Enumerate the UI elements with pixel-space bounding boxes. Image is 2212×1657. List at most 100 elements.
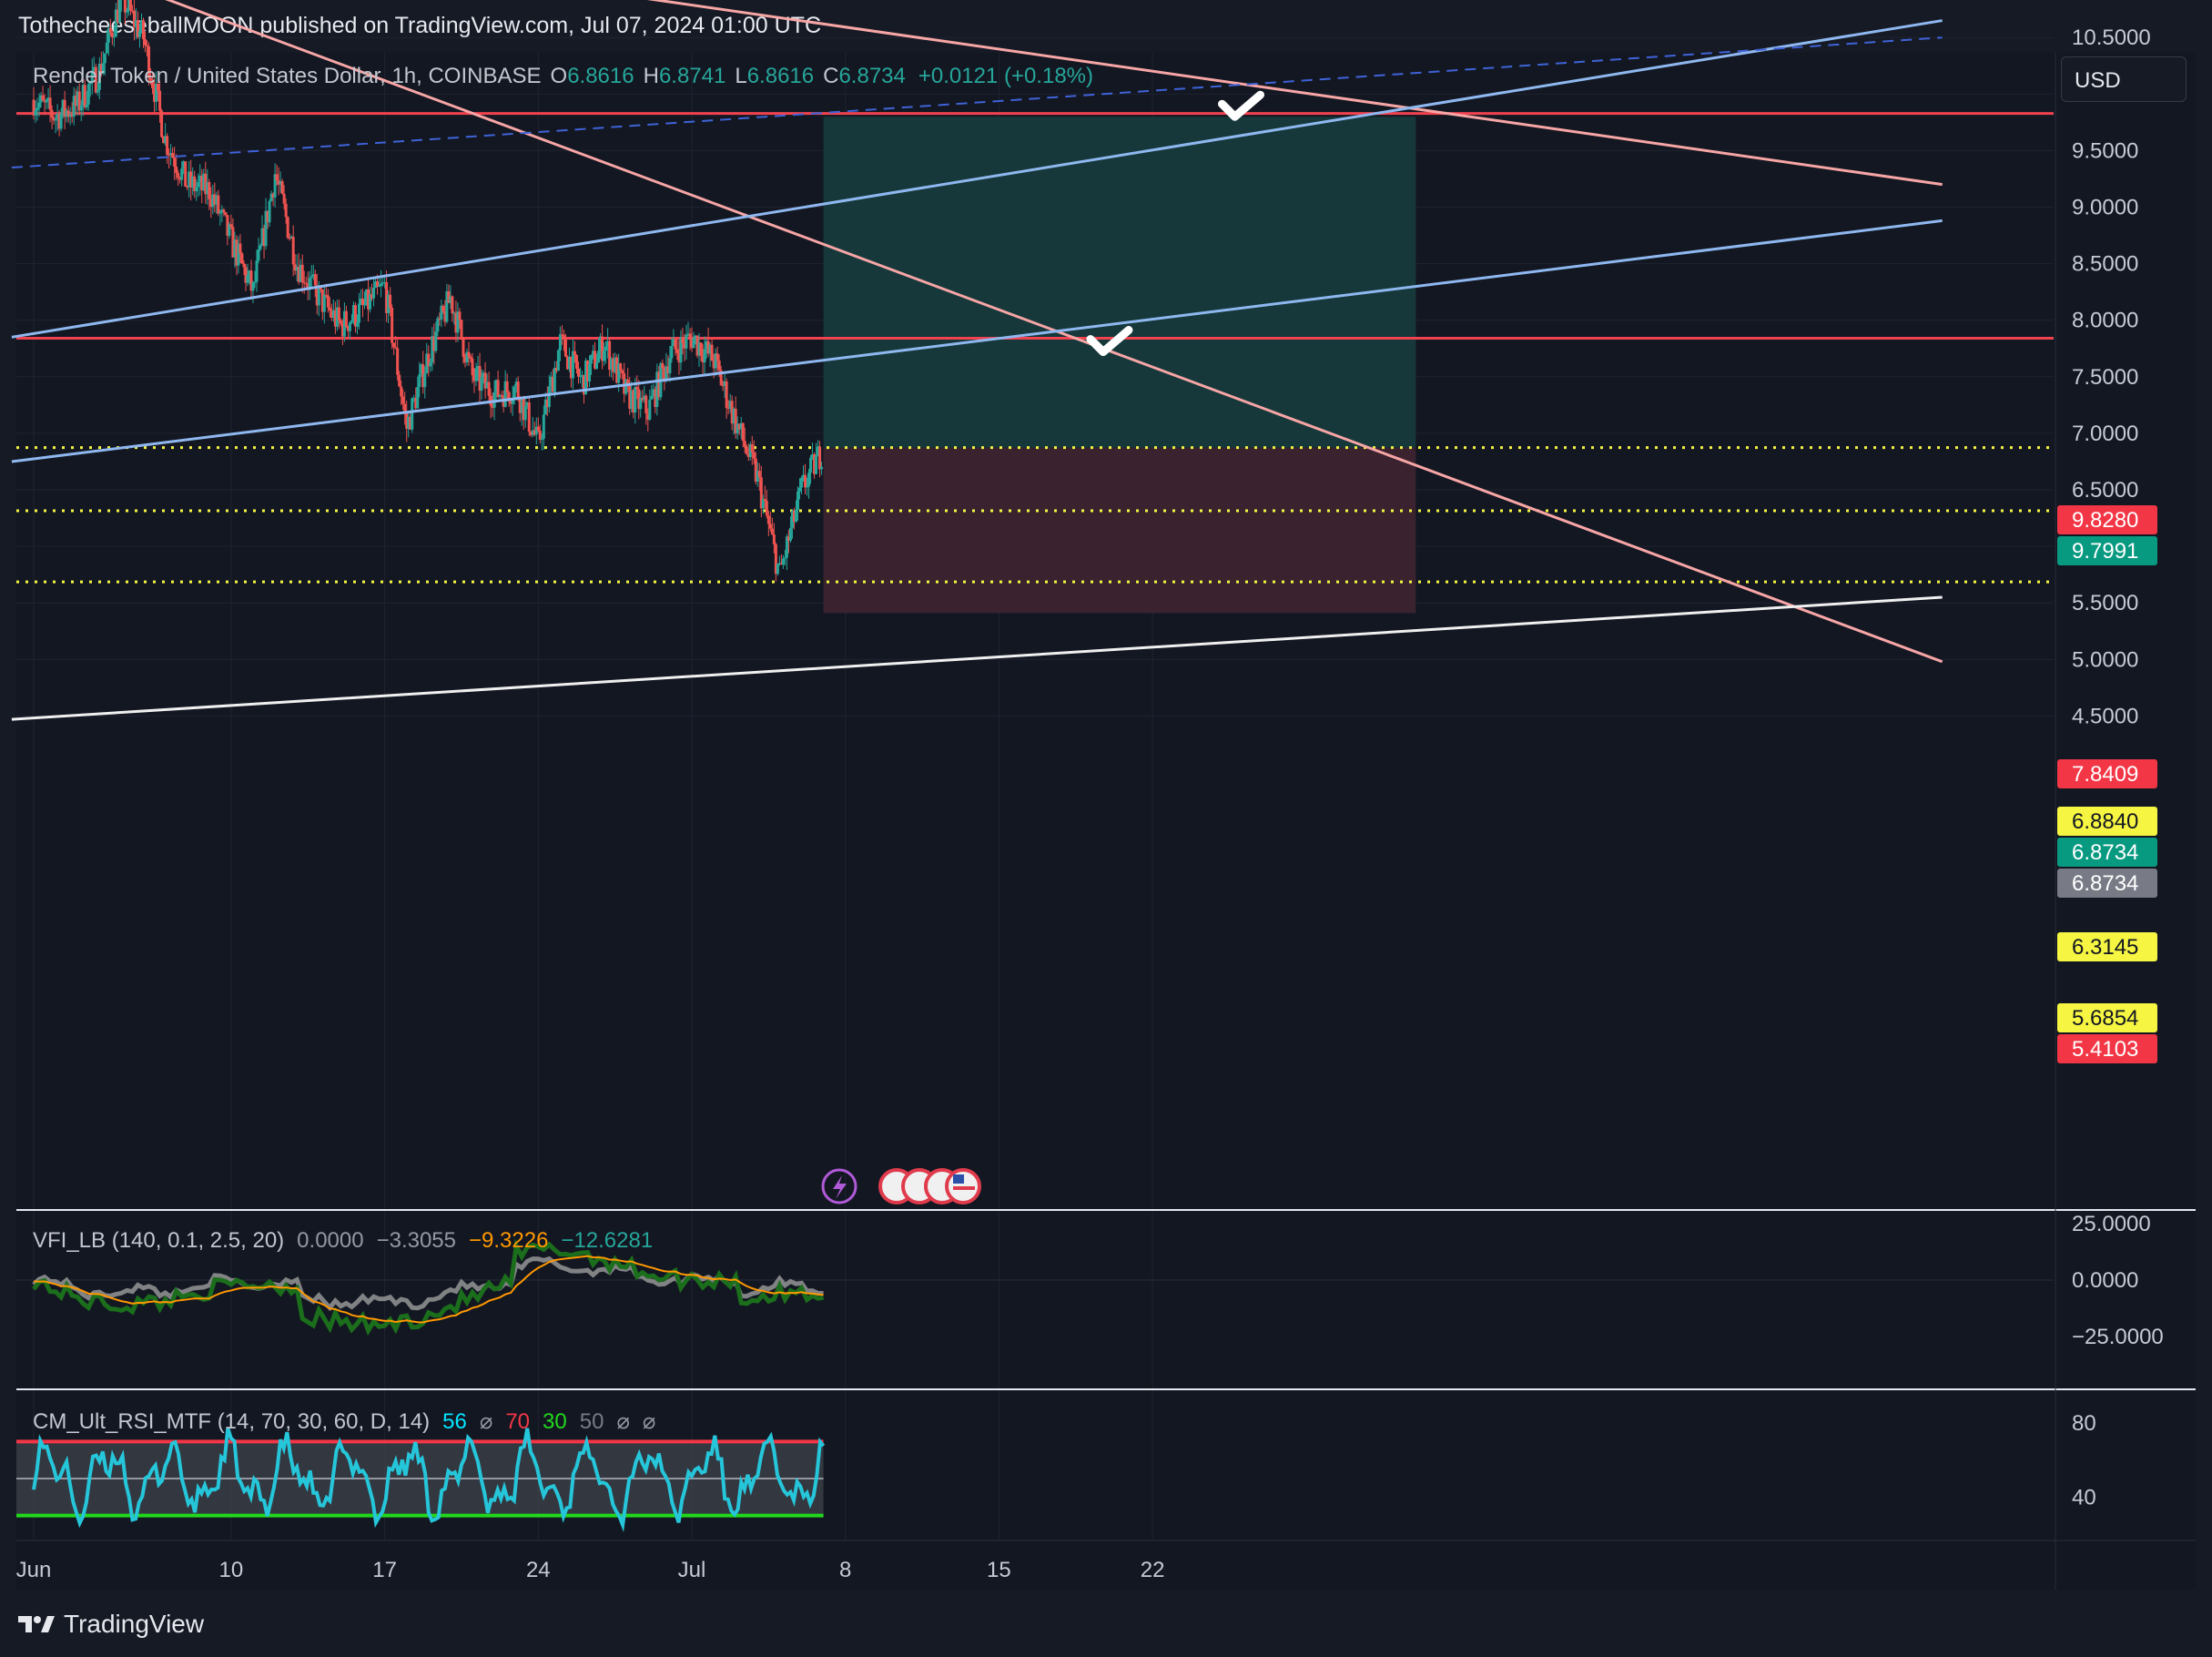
price-tag-label: 7.8409 <box>2072 762 2138 787</box>
candle-body <box>818 446 822 470</box>
rsi-legend[interactable]: CM_Ult_RSI_MTF (14, 70, 30, 60, D, 14) 56… <box>33 1408 655 1435</box>
candle-body <box>496 380 500 398</box>
candle-body <box>770 528 774 535</box>
candle-body <box>222 209 226 213</box>
symbol-name[interactable]: Render Token / United States Dollar, 1h,… <box>33 64 542 88</box>
candle-body <box>180 168 184 180</box>
candle-body <box>670 346 674 359</box>
candle-body <box>474 368 478 381</box>
price-tag-label: 6.3145 <box>2072 935 2138 960</box>
candle-body <box>195 187 198 192</box>
candle-body <box>59 113 63 129</box>
candle-body <box>794 509 797 523</box>
price-tag-label: 6.8734 <box>2072 840 2138 865</box>
candle-body <box>699 342 703 356</box>
candle-body <box>166 136 169 155</box>
flag-stripes <box>953 1186 975 1190</box>
rsi-value-2: ⌀ <box>479 1409 493 1434</box>
price-tick-label: 8.5000 <box>2072 252 2138 277</box>
candle-body <box>765 501 768 516</box>
price-tick-label: 9.5000 <box>2072 138 2138 163</box>
candle-body <box>173 158 177 168</box>
candle-body <box>725 381 728 408</box>
candle-body <box>603 351 606 361</box>
candle-body <box>807 473 811 487</box>
candle-body <box>177 172 180 178</box>
candle-body <box>217 195 220 214</box>
candle-body <box>317 287 320 306</box>
candle-body <box>350 320 353 323</box>
time-tick-label: 10 <box>219 1558 244 1582</box>
candle-body <box>238 243 242 254</box>
low-label: L <box>735 64 747 88</box>
flag-canton <box>953 1174 964 1184</box>
candle-body <box>527 402 531 432</box>
brand[interactable]: TradingView <box>18 1610 204 1639</box>
candle-body <box>123 0 127 13</box>
price-tick-label: 6.5000 <box>2072 478 2138 503</box>
close-label: C <box>823 64 839 88</box>
candle-body <box>45 99 48 103</box>
candle-body <box>797 487 801 492</box>
candle-body <box>208 182 211 200</box>
candle-body <box>418 374 421 387</box>
candle-body <box>309 276 313 279</box>
candle-body <box>112 36 116 38</box>
candle-body <box>547 386 551 408</box>
candle-body <box>197 182 200 188</box>
candle-body <box>750 444 754 452</box>
candle-body <box>523 405 527 421</box>
price-tag-label: 6.8734 <box>2072 871 2138 896</box>
rsi-name[interactable]: CM_Ult_RSI_MTF (14, 70, 30, 60, D, 14) <box>33 1409 430 1434</box>
candle-body <box>398 374 401 387</box>
candle-body <box>685 334 688 349</box>
profit-zone <box>823 117 1416 448</box>
time-axis[interactable] <box>16 1540 2055 1590</box>
candle-body <box>467 351 471 357</box>
candle-body <box>776 564 779 574</box>
candle-body <box>160 110 164 137</box>
candle-body <box>259 245 262 249</box>
candle-body <box>505 381 509 392</box>
candle-body <box>661 362 665 369</box>
candle-body <box>809 457 813 473</box>
candle-body <box>634 387 637 413</box>
candle-body <box>251 282 255 291</box>
candle-body <box>512 386 516 400</box>
candle-body <box>806 486 809 488</box>
position-zones <box>823 117 1416 614</box>
candle-body <box>681 337 685 343</box>
candle-body <box>717 361 721 371</box>
candle-body <box>282 193 286 204</box>
currency-button[interactable]: USD <box>2061 56 2187 102</box>
candle-body <box>741 422 745 442</box>
rsi-value-4: 30 <box>543 1409 567 1434</box>
candle-body <box>487 381 491 396</box>
candle-body <box>715 353 719 361</box>
candle-body <box>328 307 331 311</box>
candle-body <box>257 249 260 261</box>
candle-body <box>171 153 175 158</box>
candle-body <box>590 354 594 364</box>
us-flag-icons[interactable] <box>878 1168 981 1205</box>
vfi-name[interactable]: VFI_LB (140, 0.1, 2.5, 20) <box>33 1228 284 1253</box>
time-tick-label: 8 <box>839 1558 851 1582</box>
open-label: O <box>550 64 568 88</box>
main-legend[interactable]: Render Token / United States Dollar, 1h,… <box>33 64 1093 89</box>
candle-body <box>36 107 39 111</box>
vfi-legend[interactable]: VFI_LB (140, 0.1, 2.5, 20) 0.0000 −3.3055−… <box>33 1228 653 1254</box>
candle-body <box>783 557 786 559</box>
candle-body <box>37 102 41 108</box>
price-tick-label: 5.0000 <box>2072 647 2138 672</box>
rsi-tick-label: 40 <box>2072 1485 2096 1510</box>
candle-body <box>363 304 367 306</box>
change-value: +0.0121 (+0.18%) <box>918 64 1093 88</box>
candle-body <box>516 381 520 400</box>
candle-body <box>380 283 383 286</box>
time-tick-label: 22 <box>1141 1558 1165 1582</box>
candle-body <box>635 387 639 390</box>
candle-body <box>268 200 271 223</box>
rsi-value-3: 70 <box>505 1409 531 1434</box>
candle-body <box>558 334 562 351</box>
candle-body <box>563 339 567 357</box>
